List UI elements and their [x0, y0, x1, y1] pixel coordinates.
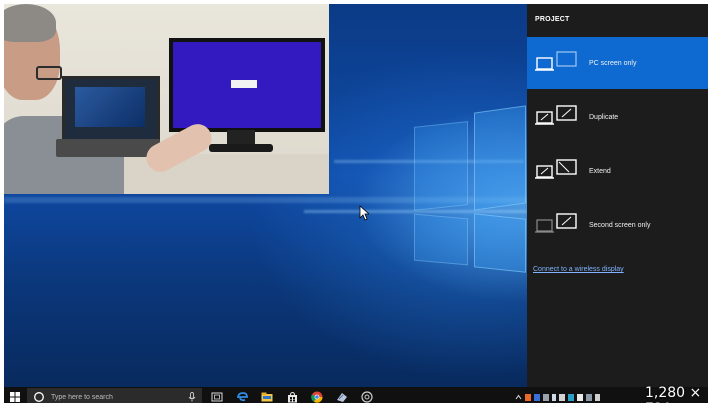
edge-icon[interactable] — [232, 387, 252, 403]
connect-wireless-display-link[interactable]: Connect to a wireless display — [533, 266, 624, 273]
tray-app-icon-white[interactable] — [577, 393, 583, 401]
second-screen-only-icon — [533, 210, 583, 240]
option-label: Extend — [589, 167, 611, 175]
extend-icon — [533, 156, 583, 186]
taskbar — [4, 387, 708, 403]
project-title: PROJECT — [535, 16, 570, 23]
tray-app-icon-orange[interactable] — [525, 393, 531, 401]
monitor-stand — [227, 130, 255, 144]
project-panel: PROJECT PC screen only Duplicate Extend … — [527, 4, 708, 387]
option-label: Duplicate — [589, 113, 619, 121]
pc-screen-only-icon — [533, 48, 583, 78]
app-icon[interactable] — [332, 387, 352, 403]
duplicate-icon — [533, 102, 583, 132]
option-duplicate[interactable]: Duplicate — [527, 91, 708, 143]
option-extend[interactable]: Extend — [527, 145, 708, 197]
tray-network-icon[interactable] — [586, 393, 592, 401]
mouse-pointer-icon — [359, 205, 369, 221]
tray-app-icon-gray[interactable] — [543, 393, 549, 401]
laptop-screen — [62, 76, 160, 142]
glasses — [36, 66, 62, 80]
tray-volume-icon[interactable] — [595, 393, 600, 401]
screen: PROJECT PC screen only Duplicate Extend … — [4, 4, 708, 403]
video-overlay — [4, 4, 329, 194]
option-second-screen-only[interactable]: Second screen only — [527, 199, 708, 251]
tray-app-icon-teal[interactable] — [568, 393, 574, 401]
option-pc-screen-only[interactable]: PC screen only — [527, 37, 708, 89]
external-monitor — [169, 38, 325, 132]
tray-app-icon-light[interactable] — [559, 393, 565, 401]
person-hair — [4, 4, 56, 42]
chevron-up-icon[interactable] — [515, 394, 522, 400]
laptop-base — [56, 139, 160, 157]
taskbar-search-box[interactable] — [27, 388, 202, 403]
cortana-circle-icon — [34, 392, 44, 402]
monitor-dialog — [231, 80, 257, 88]
search-input[interactable] — [49, 392, 183, 402]
system-tray — [515, 387, 600, 403]
option-label: Second screen only — [589, 221, 651, 229]
monitor-foot — [209, 144, 273, 152]
microphone-icon[interactable] — [188, 392, 196, 402]
store-icon[interactable] — [282, 387, 302, 403]
file-explorer-icon[interactable] — [257, 387, 277, 403]
tray-bluetooth-icon[interactable] — [552, 393, 556, 401]
tray-app-icon-blue[interactable] — [534, 393, 540, 401]
resolution-watermark: 1,280 × 720 — [645, 385, 702, 403]
circle-app-icon[interactable] — [357, 387, 377, 403]
task-view-icon[interactable] — [207, 387, 227, 403]
option-label: PC screen only — [589, 59, 637, 67]
chrome-icon[interactable] — [307, 387, 327, 403]
windows-start-icon[interactable] — [6, 387, 24, 403]
